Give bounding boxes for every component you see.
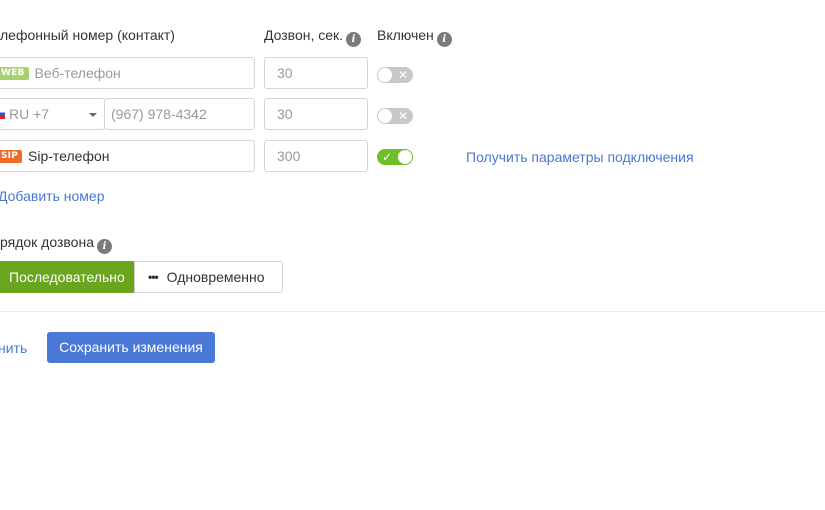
save-button[interactable]: Сохранить изменения (47, 332, 215, 363)
info-icon[interactable]: i (346, 32, 362, 47)
dial-order-label: рядок дозвона (0, 234, 94, 250)
ring-seconds-input[interactable]: 300 (264, 140, 368, 172)
x-icon: ✕ (397, 109, 408, 123)
country-select[interactable]: RU +7 (0, 98, 105, 130)
x-icon: ✕ (397, 68, 408, 82)
ring-column-label: Дозвон, сек. (264, 27, 344, 43)
phone-number-placeholder: (967) 978-4342 (111, 106, 207, 122)
connection-params-link[interactable]: Получить параметры подключения (466, 149, 694, 165)
sequential-option[interactable]: Последовательно (0, 261, 135, 293)
phone-column-header: лефонный номер (контакт) (0, 27, 175, 43)
ring-seconds-input[interactable]: 30 (264, 57, 368, 89)
web-phone-field[interactable]: WEB Веб-телефон (0, 57, 255, 89)
dots-icon: ••• (148, 270, 159, 284)
enabled-toggle[interactable]: ✓ (377, 149, 413, 165)
toggle-knob (378, 109, 392, 123)
enabled-column-label: Включен (377, 27, 434, 43)
ring-seconds-input[interactable]: 30 (264, 98, 368, 130)
cancel-link[interactable]: нить (0, 340, 27, 356)
web-tag: WEB (0, 66, 29, 80)
phone-number-input[interactable]: (967) 978-4342 (104, 98, 255, 130)
sip-tag: SIP (0, 149, 23, 163)
simultaneous-option[interactable]: ••• Одновременно (134, 261, 283, 293)
check-icon: ✓ (382, 150, 393, 164)
russia-flag-icon (0, 109, 5, 119)
country-code: RU +7 (9, 106, 50, 122)
phone-column-label: лефонный номер (контакт) (0, 27, 175, 43)
sip-phone-value: Sip-телефон (28, 148, 110, 164)
sip-phone-field[interactable]: SIP Sip-телефон (0, 140, 255, 172)
divider (0, 311, 825, 312)
toggle-knob (378, 68, 392, 82)
sequential-label: Последовательно (9, 269, 125, 285)
info-icon[interactable]: i (96, 239, 112, 254)
chevron-down-icon (89, 113, 97, 117)
enabled-column-header: Включен i (377, 27, 452, 47)
simultaneous-label: Одновременно (166, 269, 265, 285)
enabled-toggle[interactable]: ✕ (377, 67, 413, 83)
toggle-knob (398, 150, 412, 164)
ring-column-header: Дозвон, сек. i (264, 27, 362, 47)
dial-order-header: рядок дозвона i (0, 234, 112, 254)
info-icon[interactable]: i (436, 32, 452, 47)
enabled-toggle[interactable]: ✕ (377, 108, 413, 124)
web-phone-value: Веб-телефон (34, 65, 121, 81)
add-number-link[interactable]: Добавить номер (0, 188, 104, 204)
